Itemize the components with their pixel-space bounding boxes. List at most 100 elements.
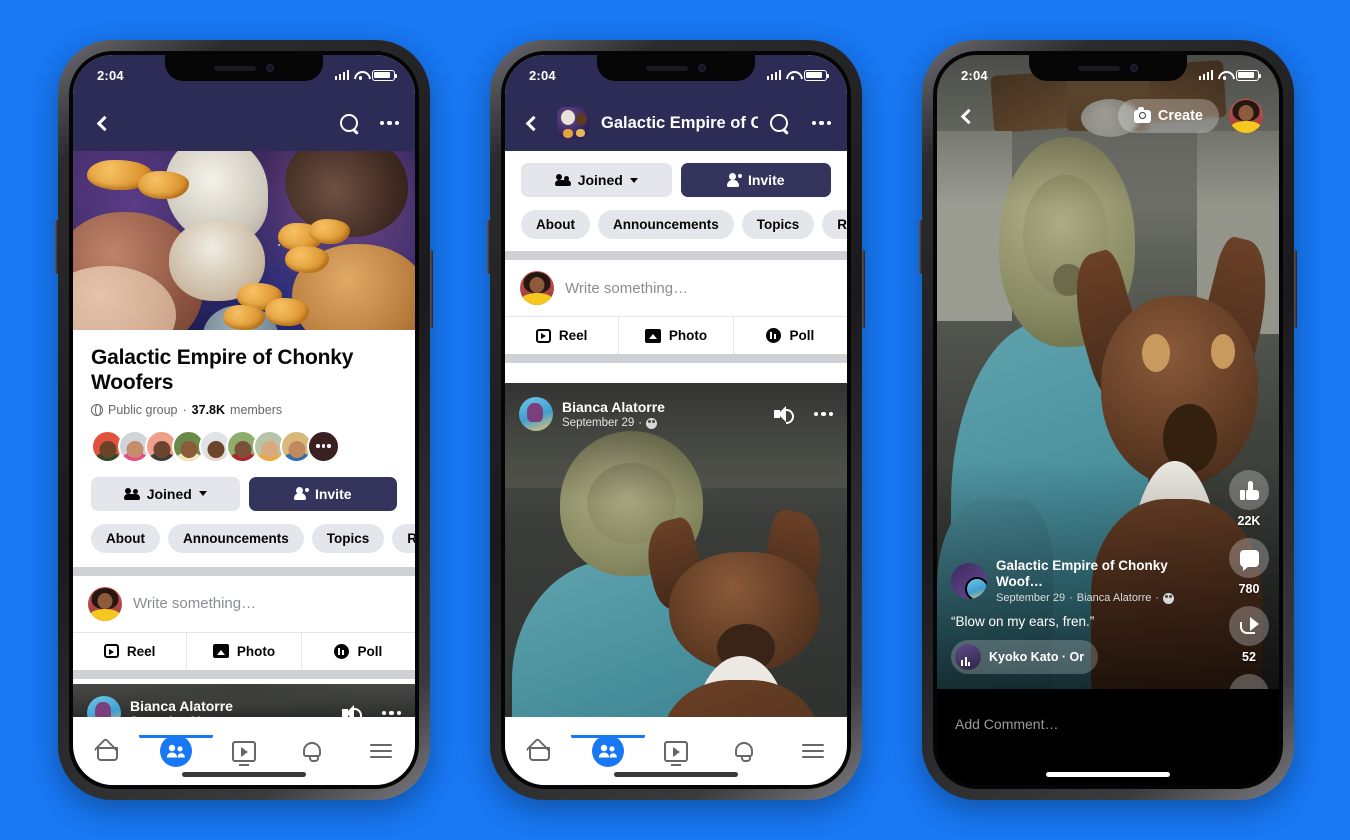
speaker-icon[interactable] <box>774 405 795 424</box>
status-time: 2:04 <box>97 67 124 83</box>
avatar[interactable] <box>951 562 987 599</box>
avatar[interactable] <box>519 397 553 431</box>
nav-notifications[interactable] <box>710 741 778 762</box>
add-comment-bar[interactable]: Add Comment… <box>937 689 1279 785</box>
more-options-icon[interactable] <box>814 411 833 417</box>
tab-topics[interactable]: Topics <box>311 523 385 553</box>
post-composer[interactable]: Write something… <box>73 575 415 632</box>
photo-button[interactable]: Photo <box>618 317 732 354</box>
nav-home[interactable] <box>73 740 141 762</box>
photo-label: Photo <box>236 643 276 659</box>
more-options-icon[interactable] <box>812 120 831 126</box>
front-camera <box>698 64 706 72</box>
group-avatar[interactable] <box>557 107 589 139</box>
reel-icon <box>535 328 551 343</box>
tab-about[interactable]: About <box>91 523 160 553</box>
poll-label: Poll <box>357 643 383 659</box>
wifi-icon <box>786 70 799 80</box>
nav-menu[interactable] <box>779 743 847 759</box>
joined-button[interactable]: Joined <box>521 163 672 197</box>
add-comment-placeholder: Add Comment… <box>955 716 1059 732</box>
nav-menu[interactable] <box>347 743 415 759</box>
phone-3-notch <box>1029 55 1187 81</box>
screenshot-stage: 2:04 Galactic Empire of Chonky Woofers P… <box>0 0 1350 840</box>
status-time: 2:04 <box>961 67 988 83</box>
poll-button[interactable]: Poll <box>732 317 847 354</box>
section-divider <box>73 669 415 679</box>
chevron-down-icon <box>629 177 638 183</box>
reel-button[interactable]: Reel <box>505 317 618 354</box>
more-options-icon[interactable] <box>380 120 399 126</box>
groups-icon <box>591 735 624 767</box>
photo-button[interactable]: Photo <box>186 632 300 670</box>
tab-announcements[interactable]: Announcements <box>167 523 304 553</box>
like-button[interactable] <box>1229 470 1269 510</box>
more-members-button[interactable] <box>307 429 340 463</box>
invite-button[interactable]: Invite <box>248 476 397 511</box>
active-tab-indicator <box>570 735 645 738</box>
phone-2-notch <box>597 55 755 81</box>
reel-label: Reel <box>558 328 588 343</box>
music-name: Kyoko Kato · Or <box>989 650 1085 664</box>
reel-caption-text: “Blow on my ears, fren.” <box>951 614 1095 629</box>
phone-1-power-button <box>430 250 433 328</box>
group-cover-photo[interactable] <box>73 151 415 330</box>
tab-announcements[interactable]: Announcements <box>597 210 734 239</box>
photo-label: Photo <box>668 328 708 343</box>
music-avatar <box>955 644 981 670</box>
home-icon <box>528 740 551 762</box>
group-privacy: Public group <box>108 402 178 417</box>
more-options-icon[interactable] <box>382 710 401 716</box>
people-icon <box>123 487 140 500</box>
section-divider <box>505 251 847 260</box>
watch-icon <box>664 740 689 766</box>
home-indicator <box>182 772 306 777</box>
page-title: Galactic Empire of Chonky Woofers <box>91 346 354 394</box>
nav-watch[interactable] <box>642 740 710 766</box>
post-composer[interactable]: Write something… <box>505 260 847 316</box>
comment-count: 780 <box>1238 582 1260 596</box>
search-icon[interactable] <box>770 114 789 132</box>
nav-watch[interactable] <box>210 740 278 766</box>
chevron-down-icon <box>198 491 207 497</box>
like-count: 22K <box>1237 514 1261 528</box>
post-header: Bianca Alatorre September 29 · <box>505 397 847 431</box>
poll-button[interactable]: Poll <box>300 632 415 670</box>
nav-notifications[interactable] <box>278 741 346 762</box>
tab-reels[interactable]: Reels <box>392 523 415 553</box>
comment-button[interactable] <box>1229 538 1269 578</box>
member-avatars[interactable] <box>91 429 397 463</box>
tab-about[interactable]: About <box>521 210 590 239</box>
back-chevron-icon[interactable] <box>89 108 119 138</box>
profile-avatar[interactable] <box>1229 99 1263 133</box>
earpiece-speaker <box>214 65 256 71</box>
reel-action-rail: 22K 780 52 <box>1229 470 1269 714</box>
group-action-buttons: Joined Invite <box>91 476 397 511</box>
music-attribution[interactable]: Kyoko Kato · Or <box>951 640 1099 674</box>
reel-group-name: Galactic Empire of Chonky Woof… <box>996 557 1168 589</box>
nav-groups[interactable] <box>570 735 645 767</box>
phone-2: 2:04 Galactic Empire of C Joined Invite … <box>487 40 865 800</box>
nav-home[interactable] <box>505 740 573 762</box>
phone-1-notch <box>165 55 323 81</box>
invite-button[interactable]: Invite <box>680 163 831 197</box>
post-author: Bianca Alatorre <box>562 398 665 415</box>
group-action-buttons: Joined Invite <box>521 163 831 197</box>
tab-topics[interactable]: Topics <box>741 210 815 239</box>
nav-groups[interactable] <box>138 735 213 767</box>
joined-button[interactable]: Joined <box>91 476 240 511</box>
front-camera <box>266 64 274 72</box>
reel-button[interactable]: Reel <box>73 633 186 670</box>
back-chevron-icon[interactable] <box>521 109 545 137</box>
create-button[interactable]: Create <box>1117 99 1219 133</box>
reel-caption: Galactic Empire of Chonky Woof… Septembe… <box>937 558 1217 675</box>
tab-reels[interactable]: Reels <box>822 210 847 239</box>
search-icon[interactable] <box>340 114 359 132</box>
phone-2-power-button <box>862 250 865 328</box>
reel-group-header[interactable]: Galactic Empire of Chonky Woof… Septembe… <box>951 558 1203 604</box>
share-button[interactable] <box>1229 606 1269 646</box>
group-info-section: Galactic Empire of Chonky Woofers Public… <box>73 330 415 567</box>
back-chevron-icon[interactable] <box>953 101 983 131</box>
post-date: September 29 · <box>562 417 665 429</box>
cellular-bars-icon <box>334 70 349 80</box>
